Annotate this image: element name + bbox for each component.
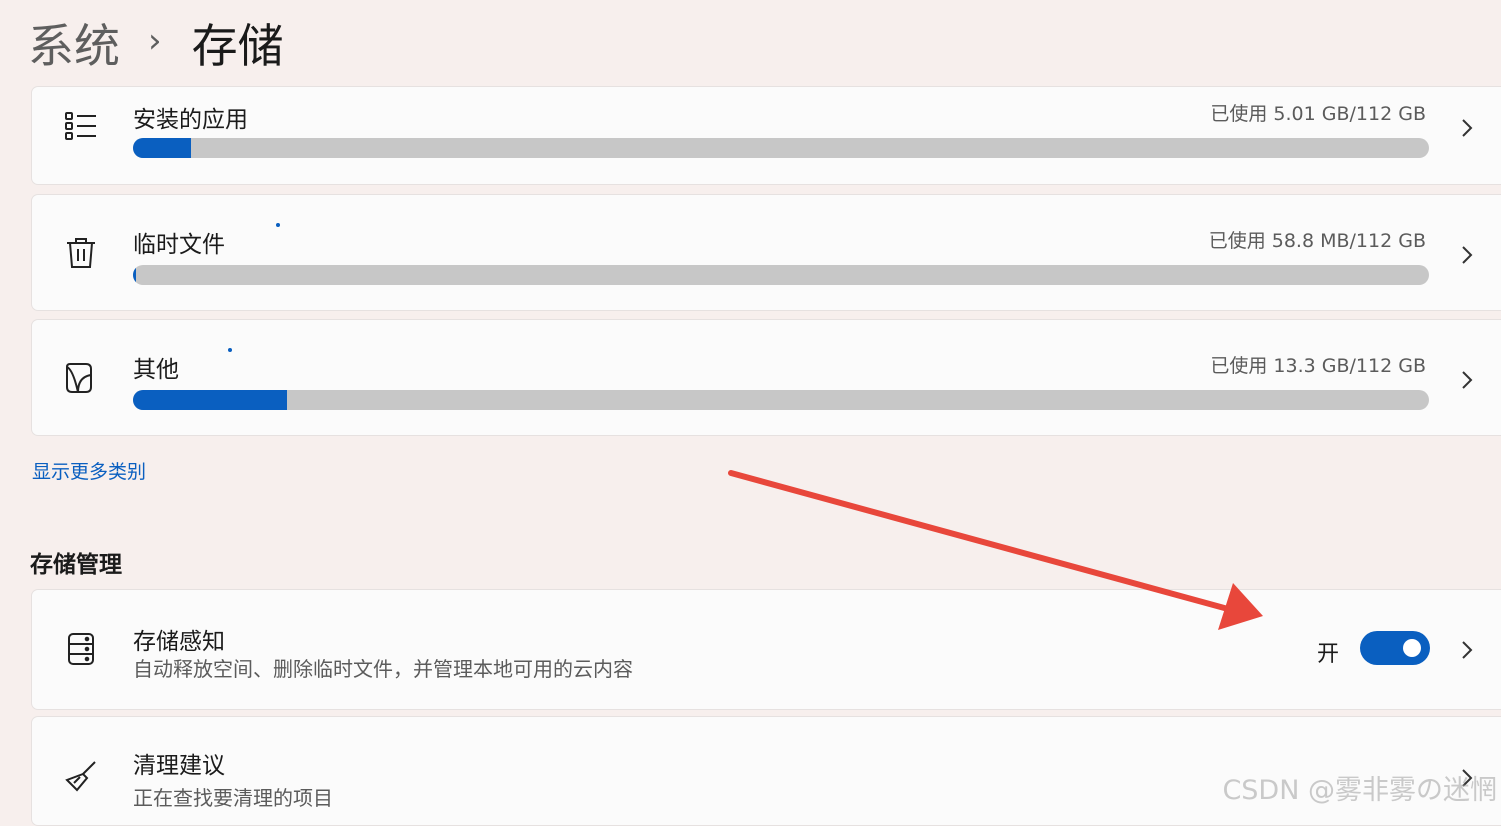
category-installed-apps[interactable]: 安装的应用 已使用 5.01 GB/112 GB	[31, 86, 1501, 185]
storage-drive-icon	[64, 632, 98, 666]
usage-bar-fill	[133, 390, 287, 410]
usage-bar	[133, 138, 1429, 158]
breadcrumb-separator: ›	[148, 21, 162, 61]
broom-icon	[64, 759, 98, 793]
progress-dot	[276, 223, 280, 227]
chevron-right-icon	[1460, 639, 1474, 661]
category-other[interactable]: 其他 已使用 13.3 GB/112 GB	[31, 319, 1501, 436]
category-usage: 已使用 13.3 GB/112 GB	[1210, 355, 1426, 377]
category-label: 安装的应用	[133, 107, 248, 133]
cleanup-description: 正在查找要清理的项目	[133, 786, 333, 810]
chevron-right-icon	[1460, 117, 1474, 139]
chevron-right-icon	[1460, 369, 1474, 391]
storage-sense-description: 自动释放空间、删除临时文件，并管理本地可用的云内容	[133, 657, 633, 681]
chevron-right-icon	[1460, 244, 1474, 266]
list-icon	[64, 109, 98, 143]
trash-icon	[64, 236, 98, 270]
watermark-text: CSDN @雾非雾の迷惘	[1222, 775, 1497, 806]
storage-sense-title: 存储感知	[133, 629, 225, 655]
document-icon	[64, 361, 98, 395]
progress-dot	[228, 348, 232, 352]
category-usage: 已使用 5.01 GB/112 GB	[1210, 103, 1426, 125]
category-temp-files[interactable]: 临时文件 已使用 58.8 MB/112 GB	[31, 194, 1501, 311]
usage-bar	[133, 390, 1429, 410]
usage-bar	[133, 265, 1429, 285]
show-more-categories-link[interactable]: 显示更多类别	[32, 457, 146, 484]
storage-sense-toggle[interactable]	[1360, 631, 1430, 665]
page-title: 存储	[191, 19, 284, 73]
category-label: 其他	[133, 357, 179, 383]
usage-bar-fill	[133, 138, 191, 158]
storage-sense-card[interactable]: 存储感知 自动释放空间、删除临时文件，并管理本地可用的云内容 开	[31, 589, 1501, 710]
cleanup-title: 清理建议	[133, 753, 225, 779]
category-label: 临时文件	[133, 232, 225, 258]
breadcrumb-system-link[interactable]: 系统	[28, 10, 120, 76]
storage-management-heading: 存储管理	[30, 552, 122, 578]
toggle-state-label: 开	[1316, 642, 1339, 667]
category-usage: 已使用 58.8 MB/112 GB	[1208, 230, 1426, 252]
usage-bar-fill	[133, 265, 136, 285]
toggle-knob	[1403, 639, 1421, 657]
breadcrumb: 系统 › 存储	[28, 10, 284, 76]
